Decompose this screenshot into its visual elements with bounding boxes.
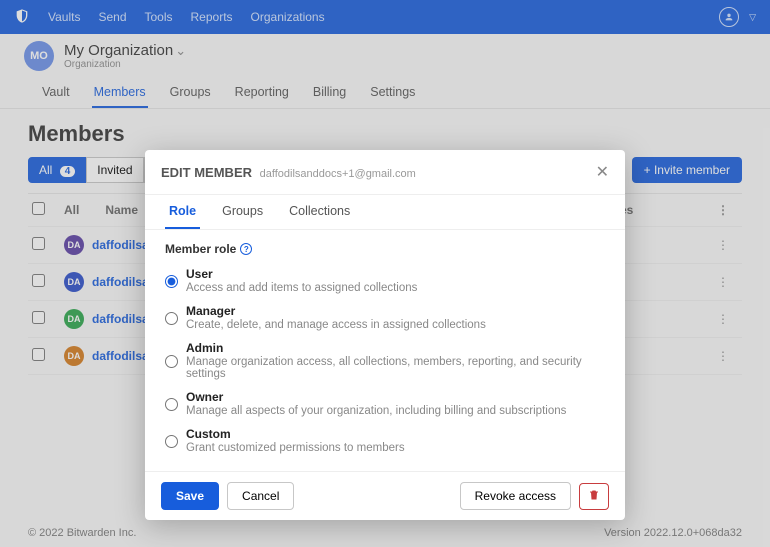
- role-label: Manager: [186, 304, 486, 318]
- close-icon[interactable]: ✕: [596, 162, 609, 182]
- role-label: Custom: [186, 427, 405, 441]
- modal-overlay[interactable]: EDIT MEMBER daffodilsanddocs+1@gmail.com…: [0, 0, 770, 547]
- modal-tabs: Role Groups Collections: [145, 195, 625, 230]
- revoke-access-button[interactable]: Revoke access: [460, 482, 571, 510]
- role-label: Owner: [186, 390, 566, 404]
- modal-footer: Save Cancel Revoke access: [145, 471, 625, 520]
- trash-icon: [588, 489, 600, 501]
- help-icon[interactable]: ?: [240, 243, 252, 255]
- cancel-button[interactable]: Cancel: [227, 482, 294, 510]
- role-radio-user[interactable]: [165, 269, 178, 294]
- delete-member-button[interactable]: [579, 483, 609, 510]
- role-option-user[interactable]: User Access and add items to assigned co…: [165, 262, 605, 299]
- role-option-custom[interactable]: Custom Grant customized permissions to m…: [165, 422, 605, 459]
- role-option-manager[interactable]: Manager Create, delete, and manage acces…: [165, 299, 605, 336]
- role-desc: Manage all aspects of your organization,…: [186, 405, 566, 417]
- role-radio-manager[interactable]: [165, 306, 178, 331]
- role-option-owner[interactable]: Owner Manage all aspects of your organiz…: [165, 385, 605, 422]
- role-radio-admin[interactable]: [165, 343, 178, 380]
- edit-member-modal: EDIT MEMBER daffodilsanddocs+1@gmail.com…: [145, 150, 625, 520]
- save-button[interactable]: Save: [161, 482, 219, 510]
- role-radio-owner[interactable]: [165, 392, 178, 417]
- role-option-admin[interactable]: Admin Manage organization access, all co…: [165, 336, 605, 385]
- role-desc: Manage organization access, all collecti…: [186, 356, 605, 380]
- modal-tab-collections[interactable]: Collections: [285, 195, 354, 229]
- role-desc: Create, delete, and manage access in ass…: [186, 319, 486, 331]
- role-desc: Grant customized permissions to members: [186, 442, 405, 454]
- role-label: Admin: [186, 341, 605, 355]
- modal-title: EDIT MEMBER daffodilsanddocs+1@gmail.com: [161, 165, 416, 180]
- modal-tab-role[interactable]: Role: [165, 195, 200, 229]
- role-radio-custom[interactable]: [165, 429, 178, 454]
- role-label: User: [186, 267, 417, 281]
- role-desc: Access and add items to assigned collect…: [186, 282, 417, 294]
- member-role-label: Member role ?: [165, 242, 605, 256]
- modal-member-email: daffodilsanddocs+1@gmail.com: [260, 168, 416, 180]
- modal-body: Member role ? User Access and add items …: [145, 230, 625, 471]
- modal-tab-groups[interactable]: Groups: [218, 195, 267, 229]
